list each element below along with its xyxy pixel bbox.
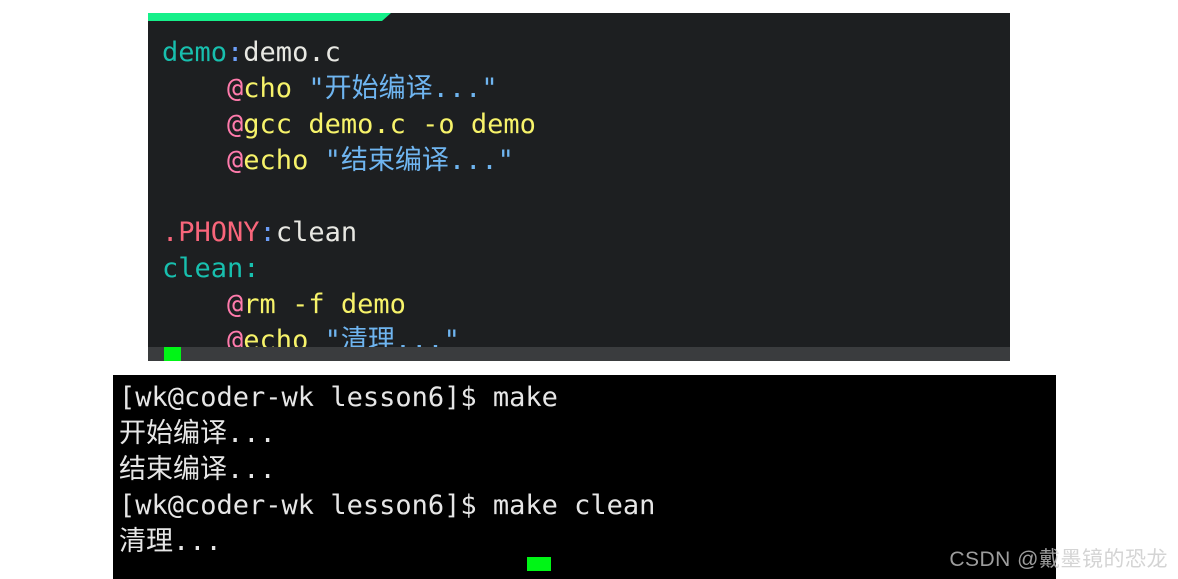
editor-cursor-block: [164, 347, 181, 361]
code-line: [162, 179, 1010, 215]
code-token: :: [243, 253, 260, 284]
editor-tab-indicator: [148, 13, 391, 21]
code-token: @: [227, 73, 244, 104]
code-token: @: [227, 145, 244, 176]
code-token: gcc demo.c -o demo: [243, 109, 536, 140]
code-token: .PHONY: [162, 217, 260, 248]
editor-horizontal-scrollbar[interactable]: [148, 347, 1010, 361]
code-token: rm -f demo: [243, 289, 406, 320]
code-token: echo: [243, 145, 325, 176]
terminal-line: [wk@coder-wk lesson6]$ make clean: [119, 490, 656, 521]
code-line: @gcc demo.c -o demo: [162, 107, 1010, 143]
vim-editor-pane[interactable]: demo:demo.c @cho "开始编译..." @gcc demo.c -…: [148, 13, 1010, 361]
code-token: @: [227, 289, 244, 320]
code-token: @: [227, 109, 244, 140]
terminal-line: 开始编译...: [119, 418, 276, 449]
code-token: demo: [162, 37, 228, 68]
code-line: .PHONY:clean: [162, 215, 1010, 251]
code-line: clean:: [162, 251, 1010, 287]
terminal-pane[interactable]: [wk@coder-wk lesson6]$ make 开始编译... 结束编译..…: [113, 375, 1056, 579]
code-line: @cho "开始编译...": [162, 71, 1010, 107]
terminal-line: 结束编译...: [119, 454, 276, 485]
code-token: "开始编译...": [308, 73, 498, 104]
code-line: @echo "结束编译...": [162, 143, 1010, 179]
code-token: clean: [275, 217, 358, 248]
code-token: clean: [162, 253, 244, 284]
code-token: demo.c: [243, 37, 341, 68]
terminal-cursor-block: [527, 557, 551, 571]
code-token: cho: [243, 73, 309, 104]
code-token: :: [227, 37, 244, 68]
csdn-watermark: CSDN @戴墨镜的恐龙: [949, 548, 1168, 571]
code-line: @rm -f demo: [162, 287, 1010, 323]
terminal-line: 清理...: [119, 526, 222, 557]
terminal-line: [wk@coder-wk lesson6]$ make: [119, 382, 558, 413]
code-token: "结束编译...": [324, 145, 514, 176]
code-line: demo:demo.c: [162, 35, 1010, 71]
makefile-code-area[interactable]: demo:demo.c @cho "开始编译..." @gcc demo.c -…: [148, 23, 1010, 356]
terminal-output: [wk@coder-wk lesson6]$ make 开始编译... 结束编译..…: [119, 380, 1056, 560]
code-token: :: [259, 217, 276, 248]
